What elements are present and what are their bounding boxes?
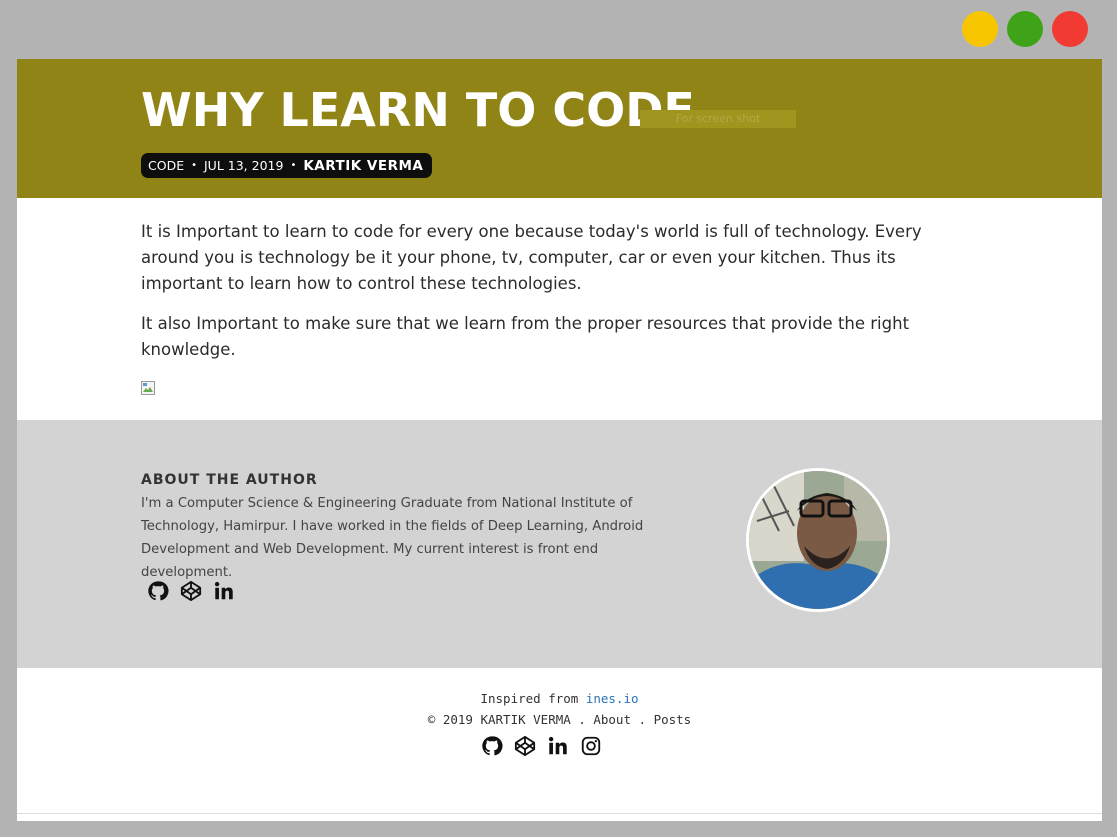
close-button[interactable] — [1052, 11, 1088, 47]
meta-separator: • — [191, 160, 197, 171]
site-footer: Inspired from ines.io © 2019 KARTIK VERM… — [17, 668, 1102, 813]
github-icon[interactable] — [481, 735, 503, 757]
footer-inspired-text: Inspired from — [480, 691, 586, 706]
footer-separator: . — [631, 712, 654, 727]
post-content: It is Important to learn to code for eve… — [141, 219, 951, 377]
linkedin-icon[interactable] — [547, 735, 569, 757]
instagram-icon[interactable] — [580, 735, 602, 757]
avatar-image — [749, 471, 887, 609]
post-meta: CODE • JUL 13, 2019 • KARTIK VERMA — [141, 153, 433, 178]
footer-credit: Inspired from ines.io — [17, 691, 1102, 706]
footer-copyright: © 2019 KARTIK VERMA — [427, 712, 571, 727]
github-icon[interactable] — [147, 580, 169, 602]
about-author-section: ABOUT THE AUTHOR I'm a Computer Science … — [17, 420, 1102, 668]
author-social-links — [147, 580, 235, 602]
post-date: JUL 13, 2019 — [204, 158, 284, 173]
footer-nav: © 2019 KARTIK VERMA . About . Posts — [17, 712, 1102, 727]
author-avatar — [746, 468, 890, 612]
codepen-icon[interactable] — [180, 580, 202, 602]
posts-link[interactable]: Posts — [654, 712, 692, 727]
footer-social-links — [481, 735, 602, 757]
post-paragraph: It is Important to learn to code for eve… — [141, 222, 922, 293]
author-bio: I'm a Computer Science & Engineering Gra… — [141, 496, 644, 580]
page-title: WHY LEARN TO CODE — [141, 83, 695, 137]
ines-link[interactable]: ines.io — [586, 691, 639, 706]
author-name[interactable]: KARTIK VERMA — [303, 158, 423, 174]
linkedin-icon[interactable] — [213, 580, 235, 602]
footer-separator: . — [570, 712, 594, 727]
about-author-heading: ABOUT THE AUTHOR — [141, 472, 318, 488]
post-paragraph: It also Important to make sure that we l… — [141, 314, 910, 359]
codepen-icon[interactable] — [514, 735, 536, 757]
maximize-button[interactable] — [1007, 11, 1043, 47]
fullscreen-hint[interactable]: For screen shot — [640, 110, 796, 128]
bottom-divider — [17, 813, 1102, 814]
browser-window: WHY LEARN TO CODE For screen shot CODE •… — [0, 0, 1117, 837]
minimize-button[interactable] — [962, 11, 998, 47]
meta-separator: • — [290, 160, 297, 171]
page-viewport: WHY LEARN TO CODE For screen shot CODE •… — [17, 59, 1102, 821]
category-tag[interactable]: CODE — [148, 158, 184, 173]
broken-image-icon — [141, 381, 155, 395]
post-header: WHY LEARN TO CODE For screen shot CODE •… — [17, 59, 1102, 198]
about-link[interactable]: About — [593, 712, 631, 727]
